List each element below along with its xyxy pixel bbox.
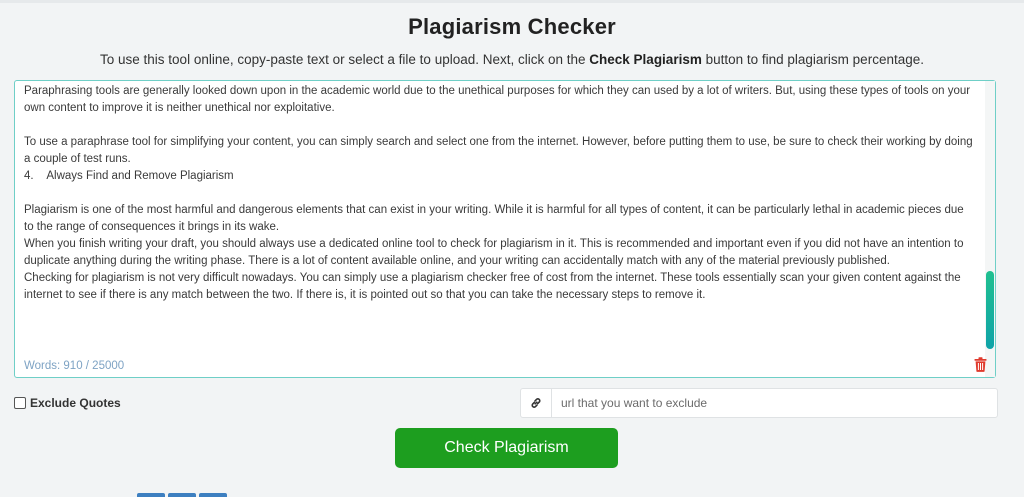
editor-paragraph: Plagiarism is one of the most harmful an… — [24, 204, 964, 233]
trash-icon[interactable] — [974, 357, 987, 372]
editor-content[interactable]: Paraphrasing tools are generally looked … — [24, 83, 976, 345]
instructions-button-name: Check Plagiarism — [589, 52, 702, 67]
share-buttons-partial — [137, 493, 227, 497]
scrollbar-thumb[interactable] — [986, 271, 994, 349]
page-instructions: To use this tool online, copy-paste text… — [0, 52, 1024, 67]
link-icon-cell — [521, 389, 552, 417]
editor-paragraph: 4. Always Find and Remove Plagiarism — [24, 170, 234, 182]
check-plagiarism-button[interactable]: Check Plagiarism — [395, 428, 618, 468]
exclude-url-input[interactable] — [561, 396, 981, 410]
editor-paragraph: To use a paraphrase tool for simplifying… — [24, 136, 973, 165]
instructions-text-end: button to find plagiarism percentage. — [701, 52, 924, 67]
editor-blank-line — [24, 185, 976, 202]
plagiarism-checker-page: Plagiarism Checker To use this tool onli… — [0, 0, 1024, 497]
share-button-3[interactable] — [199, 493, 227, 497]
editor-blank-line — [24, 117, 976, 134]
editor-paragraph: Paraphrasing tools are generally looked … — [24, 85, 971, 114]
page-title: Plagiarism Checker — [408, 14, 616, 39]
exclude-quotes-checkbox[interactable] — [14, 397, 26, 409]
link-icon — [531, 398, 541, 408]
word-count: Words: 910 / 25000 — [24, 360, 125, 372]
share-button-2[interactable] — [168, 493, 196, 497]
editor-paragraph: Checking for plagiarism is not very diff… — [24, 272, 961, 301]
editor-paragraph: When you finish writing your draft, you … — [24, 238, 964, 267]
exclude-url-group — [520, 388, 998, 418]
text-editor[interactable]: Paraphrasing tools are generally looked … — [14, 80, 996, 378]
top-divider — [0, 0, 1024, 3]
exclude-quotes-label: Exclude Quotes — [30, 396, 121, 410]
instructions-text-start: To use this tool online, copy-paste text… — [100, 52, 590, 67]
share-button-1[interactable] — [137, 493, 165, 497]
editor-scrollbar[interactable] — [985, 81, 995, 377]
exclude-quotes-option[interactable]: Exclude Quotes — [14, 396, 121, 410]
